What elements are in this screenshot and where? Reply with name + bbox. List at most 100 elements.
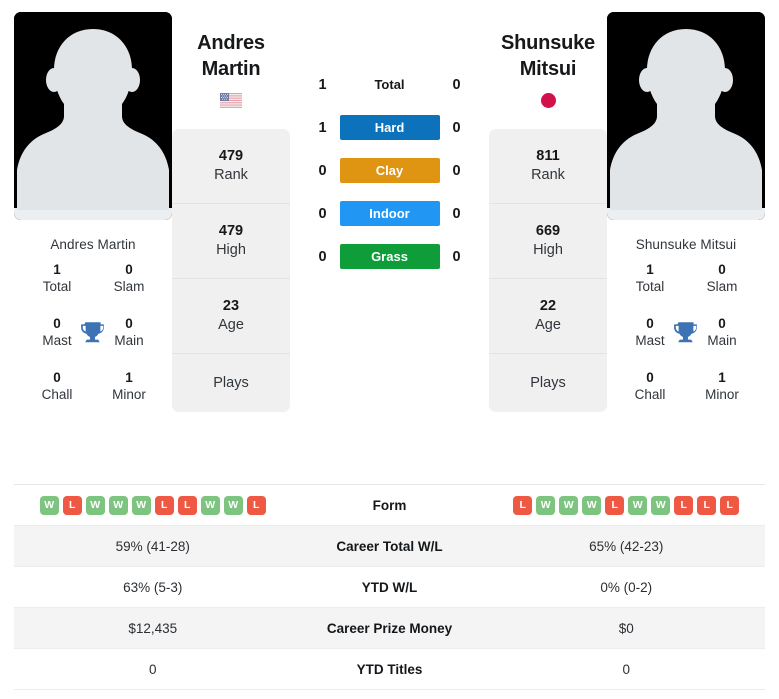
form-right-cell: LWWWLWWLLL xyxy=(488,487,766,524)
h2h-row-hard: 1 Hard 0 xyxy=(304,115,476,140)
right-player-rank-card: 811 Rank 669 High 22 Age Plays xyxy=(489,129,607,412)
left-titles-total-value: 1 xyxy=(53,262,61,277)
table-row: 0 YTD Titles 0 xyxy=(14,649,765,690)
right-titles-main-label: Main xyxy=(707,333,737,349)
form-chip-win[interactable]: W xyxy=(559,495,579,515)
right-age-value: 22 xyxy=(539,298,557,315)
left-player-avatar xyxy=(14,12,172,220)
right-titles-chall-label: Chall xyxy=(634,387,666,403)
form-chip-win[interactable]: W xyxy=(85,495,105,515)
right-titles-minor-label: Minor xyxy=(705,387,739,403)
right-titles-minor-value: 1 xyxy=(718,370,726,385)
form-chip-win[interactable]: W xyxy=(131,495,151,515)
top-section: Andres Martin 1 Total 0 Slam 0 Mast 0 Ma… xyxy=(0,0,779,431)
form-chip-loss[interactable]: L xyxy=(697,495,717,515)
right-rank-cell: 811 Rank xyxy=(489,129,607,204)
h2h-hard-badge: Hard xyxy=(339,115,440,140)
right-rank-label: Rank xyxy=(531,167,565,183)
h2h-hard-left-score: 1 xyxy=(318,119,327,136)
right-age-cell: 22 Age xyxy=(489,279,607,354)
right-titles-main: 0 Main xyxy=(693,315,751,350)
right-titles-main-value: 0 xyxy=(718,316,726,331)
left-titles-slam-label: Slam xyxy=(113,279,145,295)
form-chip-loss[interactable]: L xyxy=(246,495,266,515)
left-titles-main-value: 0 xyxy=(125,316,133,331)
h2h-row-indoor: 0 Indoor 0 xyxy=(304,201,476,226)
right-rank-value: 811 xyxy=(536,148,560,165)
right-titles-total: 1 Total xyxy=(621,261,679,296)
form-chip-loss[interactable]: L xyxy=(154,495,174,515)
form-chip-win[interactable]: W xyxy=(628,495,648,515)
left-player-name-caption: Andres Martin xyxy=(50,237,136,252)
h2h-row-clay: 0 Clay 0 xyxy=(304,158,476,183)
career-wl-left: 59% (41-28) xyxy=(115,538,190,554)
comparison-table: WLWWWLLWWL Form LWWWLWWLLL 59% (41-28) C… xyxy=(14,484,765,690)
form-chip-win[interactable]: W xyxy=(536,495,556,515)
form-chip-win[interactable]: W xyxy=(200,495,220,515)
us-flag-icon xyxy=(172,91,290,110)
left-titles-main-label: Main xyxy=(114,333,144,349)
h2h-grass-right-score: 0 xyxy=(452,248,461,265)
right-form-strip: LWWWLWWLLL xyxy=(492,495,762,515)
left-player-info-column: Andres Martin 479 Rank 479 High 23 Age P… xyxy=(172,12,290,412)
left-age-label: Age xyxy=(218,317,244,333)
h2h-total-right-score: 0 xyxy=(452,76,461,93)
left-rank-label: Rank xyxy=(214,167,248,183)
ytd-wl-left: 63% (5-3) xyxy=(123,579,183,595)
left-titles-total-label: Total xyxy=(42,279,72,295)
table-row-form: WLWWWLLWWL Form LWWWLWWLLL xyxy=(14,485,765,526)
h2h-indoor-left-score: 0 xyxy=(318,205,327,222)
h2h-hard-right-score: 0 xyxy=(452,119,461,136)
us-flag-icon-glyph xyxy=(220,93,242,108)
player-comparison-page: Andres Martin 1 Total 0 Slam 0 Mast 0 Ma… xyxy=(0,0,779,699)
form-chip-win[interactable]: W xyxy=(108,495,128,515)
form-chip-loss[interactable]: L xyxy=(674,495,694,515)
ytd-wl-right: 0% (0-2) xyxy=(600,579,653,595)
table-row: 63% (5-3) YTD W/L 0% (0-2) xyxy=(14,567,765,608)
form-chip-loss[interactable]: L xyxy=(177,495,197,515)
right-titles-slam-value: 0 xyxy=(718,262,726,277)
left-titles-chall: 0 Chall xyxy=(28,369,86,404)
trophy-icon xyxy=(673,319,699,345)
prize-money-right: $0 xyxy=(618,620,634,636)
right-plays-label: Plays xyxy=(530,374,566,391)
h2h-total-left-score: 1 xyxy=(318,76,327,93)
career-wl-right: 65% (42-23) xyxy=(589,538,664,554)
form-chip-loss[interactable]: L xyxy=(605,495,625,515)
career-wl-label: Career Total W/L xyxy=(336,538,443,554)
right-player-avatar xyxy=(607,12,765,220)
form-chip-win[interactable]: W xyxy=(651,495,671,515)
table-row: $12,435 Career Prize Money $0 xyxy=(14,608,765,649)
trophy-icon-glyph xyxy=(81,322,104,343)
form-chip-win[interactable]: W xyxy=(39,495,59,515)
h2h-indoor-right-score: 0 xyxy=(452,205,461,222)
left-titles-slam: 0 Slam xyxy=(100,261,158,296)
form-chip-loss[interactable]: L xyxy=(720,495,740,515)
h2h-clay-left-score: 0 xyxy=(318,162,327,179)
h2h-total-label: Total xyxy=(374,77,405,92)
left-titles-mast: 0 Mast xyxy=(28,315,86,350)
form-chip-loss[interactable]: L xyxy=(513,495,533,515)
right-titles-slam-label: Slam xyxy=(706,279,738,295)
right-player-titles-card: 1 Total 0 Slam 0 Mast 0 Main 0 Chall 1 M… xyxy=(607,261,765,431)
left-titles-row-3: 0 Chall 1 Minor xyxy=(20,369,166,423)
form-chip-win[interactable]: W xyxy=(223,495,243,515)
left-titles-minor-label: Minor xyxy=(112,387,146,403)
left-high-label: High xyxy=(216,242,246,258)
left-titles-chall-value: 0 xyxy=(53,370,61,385)
trophy-icon-glyph xyxy=(674,322,697,343)
left-player-rank-card: 479 Rank 479 High 23 Age Plays xyxy=(172,129,290,412)
right-player-photo-column: Shunsuke Mitsui 1 Total 0 Slam 0 Mast 0 … xyxy=(607,12,765,431)
form-chip-loss[interactable]: L xyxy=(62,495,82,515)
form-row-label: Form xyxy=(372,497,407,513)
right-titles-row-3: 0 Chall 1 Minor xyxy=(613,369,759,423)
left-titles-row-1: 1 Total 0 Slam xyxy=(20,261,166,315)
left-player-first-name: Andres xyxy=(197,32,265,54)
left-player-titles-card: 1 Total 0 Slam 0 Mast 0 Main 0 Chall 1 M… xyxy=(14,261,172,431)
form-chip-win[interactable]: W xyxy=(582,495,602,515)
left-high-cell: 479 High xyxy=(172,204,290,279)
right-age-label: Age xyxy=(535,317,561,333)
left-player-photo-column: Andres Martin 1 Total 0 Slam 0 Mast 0 Ma… xyxy=(14,12,172,431)
left-player-last-name: Martin xyxy=(201,58,261,80)
left-titles-minor-value: 1 xyxy=(125,370,133,385)
